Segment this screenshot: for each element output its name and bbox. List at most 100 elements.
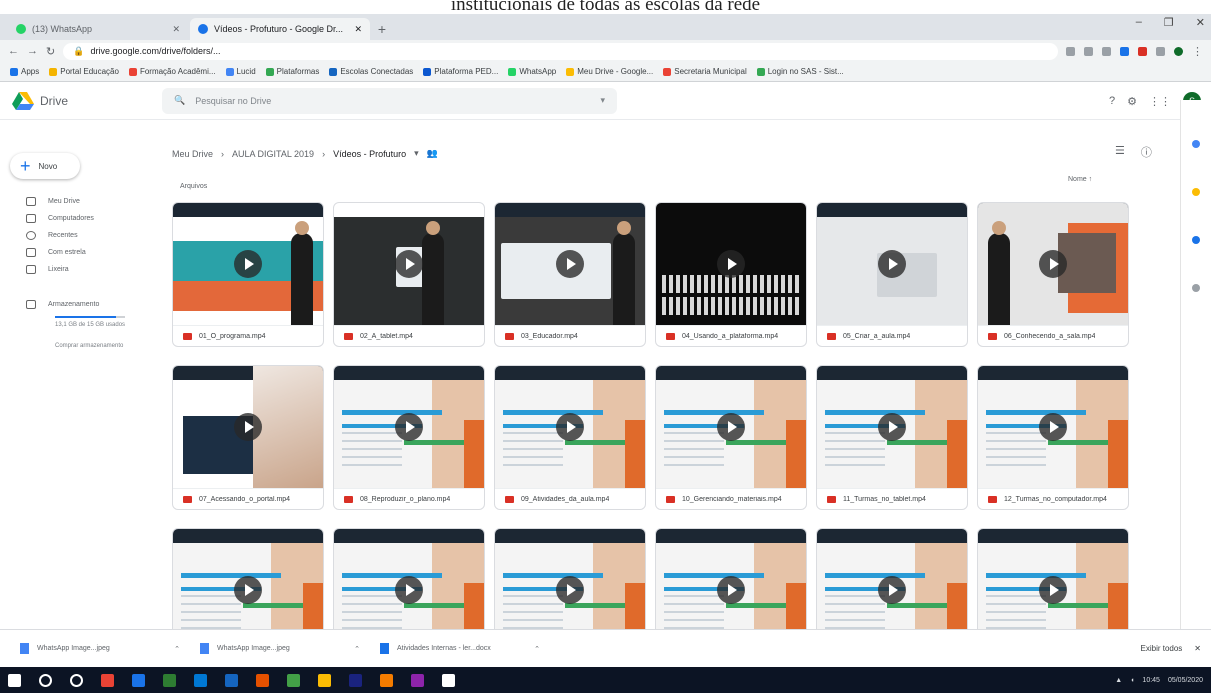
support-icon[interactable]: ? [1109,95,1115,107]
windows-start-icon[interactable] [8,673,21,687]
play-icon[interactable] [395,250,423,278]
url-field[interactable]: 🔒 drive.google.com/drive/folders/... [63,42,1058,60]
download-item[interactable]: WhatsApp Image...jpeg ⌃ [10,643,190,654]
play-icon[interactable] [234,413,262,441]
settings-icon[interactable]: ⚙ [1127,95,1137,108]
close-tab-icon[interactable]: ✕ [354,24,362,35]
play-icon[interactable] [234,250,262,278]
video-thumbnail[interactable] [978,366,1128,488]
bookmark[interactable]: Plataforma PED... [423,67,498,76]
file-card[interactable]: 08_Reproduzir_o_plano.mp4 [333,365,485,510]
close-tab-icon[interactable]: ✕ [172,24,180,35]
file-card[interactable]: 04_Usando_a_plataforma.mp4 [655,202,807,347]
task-view-icon[interactable] [70,673,83,687]
app-icon[interactable] [442,673,455,687]
opera-icon[interactable] [101,673,114,687]
bookmark[interactable]: Lucid [225,67,256,76]
chevron-up-icon[interactable]: ⌃ [174,645,180,653]
video-thumbnail[interactable] [495,203,645,325]
tab-drive[interactable]: Vídeos - Profuturo - Google Dr... ✕ [190,18,370,40]
bookmark[interactable]: Escolas Conectadas [329,67,413,76]
tasks-icon[interactable] [1192,236,1200,244]
sort-control[interactable]: Nome ↑ [1068,176,1092,183]
clock-time[interactable]: 10:45 [1142,677,1160,684]
video-thumbnail[interactable] [817,366,967,488]
play-icon[interactable] [1039,576,1067,604]
volume-icon[interactable]: ◖ [1130,677,1134,684]
app-icon[interactable] [163,673,176,687]
folder-icon[interactable] [225,673,238,687]
play-icon[interactable] [556,250,584,278]
extension-icon[interactable] [1156,46,1165,56]
extension-icon[interactable] [1084,46,1093,56]
video-thumbnail[interactable] [978,203,1128,325]
file-card[interactable]: 01_O_programa.mp4 [172,202,324,347]
play-icon[interactable] [395,576,423,604]
back-icon[interactable]: ← [8,45,19,57]
close-icon[interactable]: ✕ [1194,644,1201,653]
play-icon[interactable] [234,576,262,604]
video-thumbnail[interactable] [334,203,484,325]
bookmark[interactable]: Meu Drive - Google... [566,67,653,76]
menu-icon[interactable]: ⋮ [1192,45,1203,58]
forward-icon[interactable]: → [27,45,38,57]
reload-icon[interactable]: ↻ [46,45,55,58]
sidebar-item-my-drive[interactable]: Meu Drive [0,193,160,210]
star-icon[interactable] [1102,46,1111,56]
play-icon[interactable] [1039,413,1067,441]
play-icon[interactable] [878,250,906,278]
bookmark[interactable]: Formação Acadêmi... [128,67,216,76]
sidebar-item-storage[interactable]: Armazenamento [0,296,160,313]
download-item[interactable]: WhatsApp Image...jpeg ⌃ [190,643,370,654]
play-icon[interactable] [556,413,584,441]
sidebar-item-recent[interactable]: Recentes [0,227,160,244]
close-window-icon[interactable]: ✕ [1196,16,1205,29]
info-icon[interactable]: ⓘ [1141,144,1152,160]
video-thumbnail[interactable] [817,203,967,325]
video-thumbnail[interactable] [173,366,323,488]
video-thumbnail[interactable] [656,366,806,488]
breadcrumb-item[interactable]: AULA DIGITAL 2019 [232,149,314,159]
video-thumbnail[interactable] [495,366,645,488]
list-view-icon[interactable]: ☰ [1115,144,1125,160]
play-icon[interactable] [878,576,906,604]
maximize-icon[interactable]: ❐ [1164,16,1174,29]
file-card[interactable]: 11_Turmas_no_tablet.mp4 [816,365,968,510]
video-thumbnail[interactable] [173,203,323,325]
tab-whatsapp[interactable]: (13) WhatsApp ✕ [8,18,188,40]
file-card[interactable]: 02_A_tablet.mp4 [333,202,485,347]
breadcrumb-item[interactable]: Meu Drive [172,149,213,159]
bookmark[interactable]: WhatsApp [508,67,556,76]
drive-logo[interactable]: Drive [12,91,162,110]
app-icon[interactable] [318,673,331,687]
extension-icon[interactable] [1138,46,1147,56]
bookmark[interactable]: Portal Educação [49,67,119,76]
sidebar-item-computers[interactable]: Computadores [0,210,160,227]
new-button[interactable]: + Novo [10,153,80,179]
app-icon[interactable] [287,673,300,687]
extension-icon[interactable] [1066,46,1075,56]
chevron-down-icon[interactable]: ▾ [414,148,419,159]
play-icon[interactable] [556,576,584,604]
firefox-icon[interactable] [256,673,269,687]
search-options-icon[interactable]: ▾ [600,95,605,106]
app-icon[interactable] [380,673,393,687]
app-icon[interactable] [411,673,424,687]
play-icon[interactable] [717,413,745,441]
clock-date[interactable]: 05/05/2020 [1168,677,1203,684]
file-card[interactable]: 05_Criar_a_aula.mp4 [816,202,968,347]
file-card[interactable]: 07_Acessando_o_portal.mp4 [172,365,324,510]
file-card[interactable]: 12_Turmas_no_computador.mp4 [977,365,1129,510]
bookmark[interactable]: Secretaria Municipal [663,67,747,76]
breadcrumb-current[interactable]: Vídeos - Profuturo [333,149,406,159]
download-item[interactable]: Atividades Internas - ler...docx ⌃ [370,643,550,654]
network-icon[interactable]: ▲ [1115,677,1122,684]
file-card[interactable]: 06_Conhecendo_a_sala.mp4 [977,202,1129,347]
show-all-downloads[interactable]: Exibir todos ✕ [1141,644,1202,653]
app-icon[interactable] [349,673,362,687]
calendar-icon[interactable] [1192,140,1200,148]
search-icon[interactable] [39,673,52,687]
search-input[interactable]: 🔍 Pesquisar no Drive ▾ [162,87,617,114]
sidebar-item-trash[interactable]: Lixeira [0,261,160,278]
bookmark[interactable]: Apps [10,67,39,76]
